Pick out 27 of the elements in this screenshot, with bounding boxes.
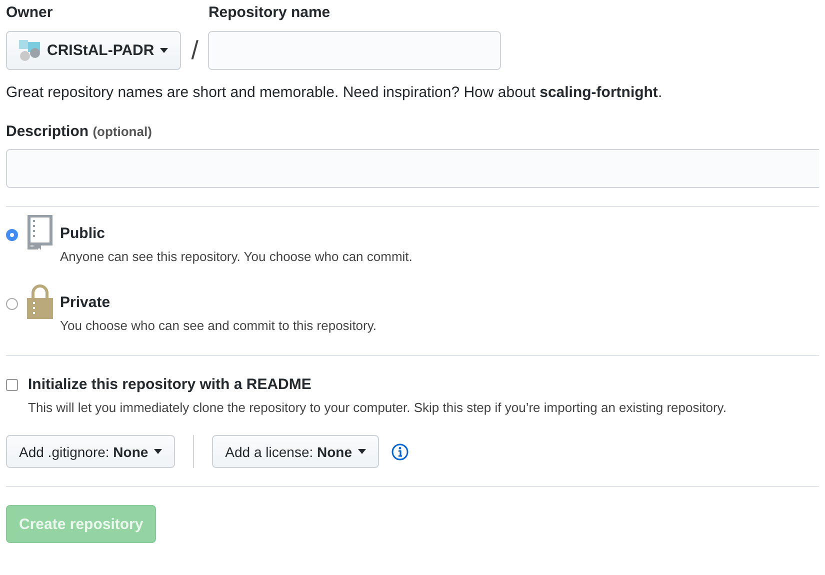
info-icon[interactable] <box>391 442 410 460</box>
readme-checkbox[interactable] <box>6 379 18 391</box>
caret-icon <box>160 48 168 53</box>
optional-note: (optional) <box>92 124 152 139</box>
visibility-description: You choose who can see and commit to this repository. <box>60 317 377 335</box>
caret-icon <box>358 449 366 454</box>
caret-icon <box>154 449 162 454</box>
owner-dropdown[interactable]: CRIStAL-PADR <box>6 31 182 70</box>
repository-name-field[interactable] <box>208 31 502 70</box>
dropdown-button[interactable]: Add a license: None <box>212 435 380 468</box>
book-icon <box>26 215 54 251</box>
visibility-description: Anyone can see this repository. You choose who can commit. <box>60 248 412 266</box>
dropdown-button[interactable]: Add .gitignore: None <box>6 435 176 468</box>
name-hint: Great repository names are short and memorable. Need inspiration? How about scaling-fortnight. <box>6 84 664 101</box>
description-label: Description <box>6 123 89 140</box>
radio-button[interactable] <box>6 298 18 310</box>
readme-label: Initialize this repository with a README <box>28 376 312 393</box>
visibility-title: Public <box>60 225 106 242</box>
radio-button[interactable] <box>6 229 18 241</box>
owner-label: Owner <box>6 4 54 21</box>
visibility-title: Private <box>60 294 112 311</box>
slash-separator: / <box>191 35 198 67</box>
description-field[interactable] <box>6 149 819 188</box>
lock-icon <box>26 284 54 320</box>
repository-name-label: Repository name <box>208 4 332 21</box>
readme-description: This will let you immediately clone the repository to your computer. Skip this step if you’re importing an existing repository. <box>28 399 726 417</box>
avatar-icon <box>19 40 41 62</box>
